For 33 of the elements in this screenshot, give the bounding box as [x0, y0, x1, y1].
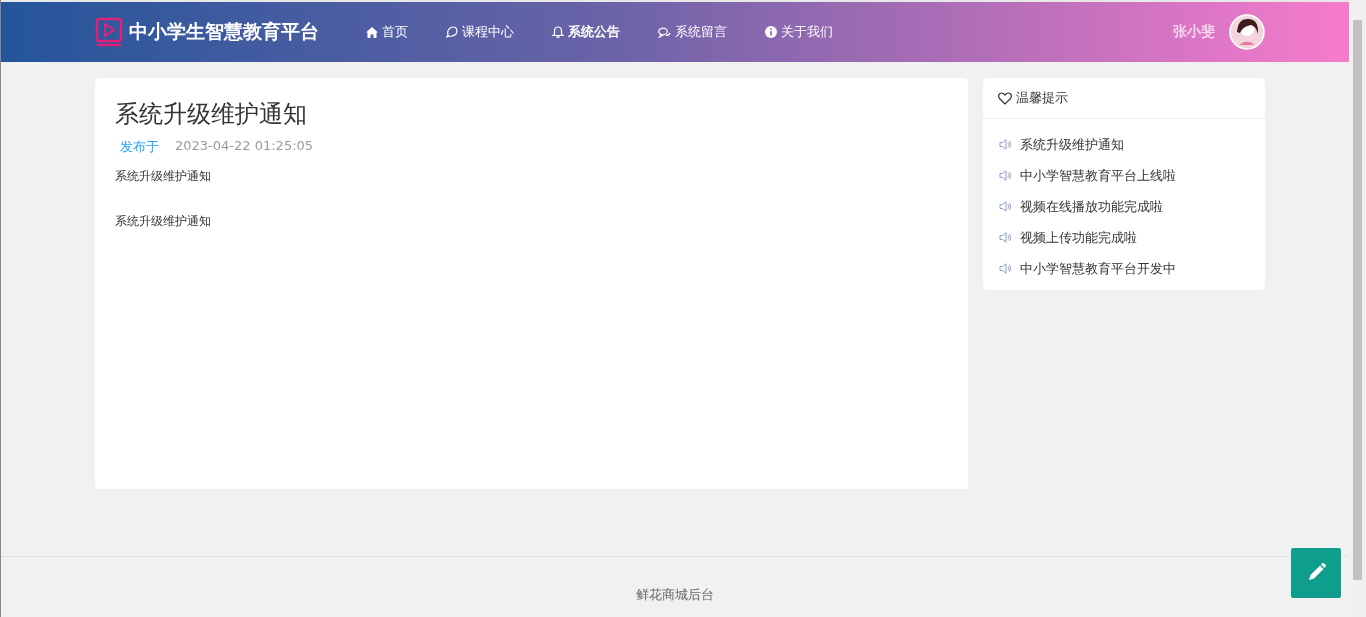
pencil-icon — [1306, 563, 1326, 583]
speaker-icon — [999, 232, 1012, 243]
notice-link[interactable]: 视频上传功能完成啦 — [1020, 228, 1137, 247]
comments-icon — [658, 26, 671, 38]
article-paragraph: 系统升级维护通知 — [115, 168, 212, 185]
notice-link[interactable]: 中小学智慧教育平台开发中 — [1020, 259, 1176, 278]
notice-link[interactable]: 中小学智慧教育平台上线啦 — [1020, 166, 1176, 185]
notice-link[interactable]: 视频在线播放功能完成啦 — [1020, 197, 1163, 216]
nav-link[interactable]: 首页 — [347, 23, 427, 41]
avatar-icon[interactable] — [1229, 14, 1265, 50]
play-logo-icon — [95, 17, 123, 47]
heart-icon — [998, 91, 1012, 105]
tips-title: 温馨提示 — [1016, 89, 1068, 107]
nav-link[interactable]: 系统留言 — [639, 23, 746, 41]
info-icon — [765, 26, 777, 38]
article-title: 系统升级维护通知 — [115, 99, 308, 130]
home-icon — [366, 26, 378, 38]
publish-date: 2023-04-22 01:25:05 — [175, 138, 314, 155]
site-title: 中小学生智慧教育平台 — [129, 19, 319, 44]
speaker-icon — [999, 263, 1012, 274]
speaker-icon — [999, 201, 1012, 212]
notice-link[interactable]: 系统升级维护通知 — [1020, 135, 1124, 154]
article-paragraph: 系统升级维护通知 — [115, 213, 212, 230]
edit-button[interactable] — [1291, 548, 1341, 598]
speech-bubble-icon — [446, 26, 458, 38]
bell-icon — [552, 26, 564, 38]
nav-link[interactable]: 课程中心 — [427, 23, 533, 41]
nav-link[interactable]: 系统公告 — [533, 23, 639, 41]
speaker-icon — [999, 139, 1012, 150]
published-label: 发布于 — [120, 138, 159, 156]
nav-link[interactable]: 关于我们 — [746, 23, 852, 41]
footer-text: 鲜花商城后台 — [636, 587, 714, 602]
speaker-icon — [999, 170, 1012, 181]
